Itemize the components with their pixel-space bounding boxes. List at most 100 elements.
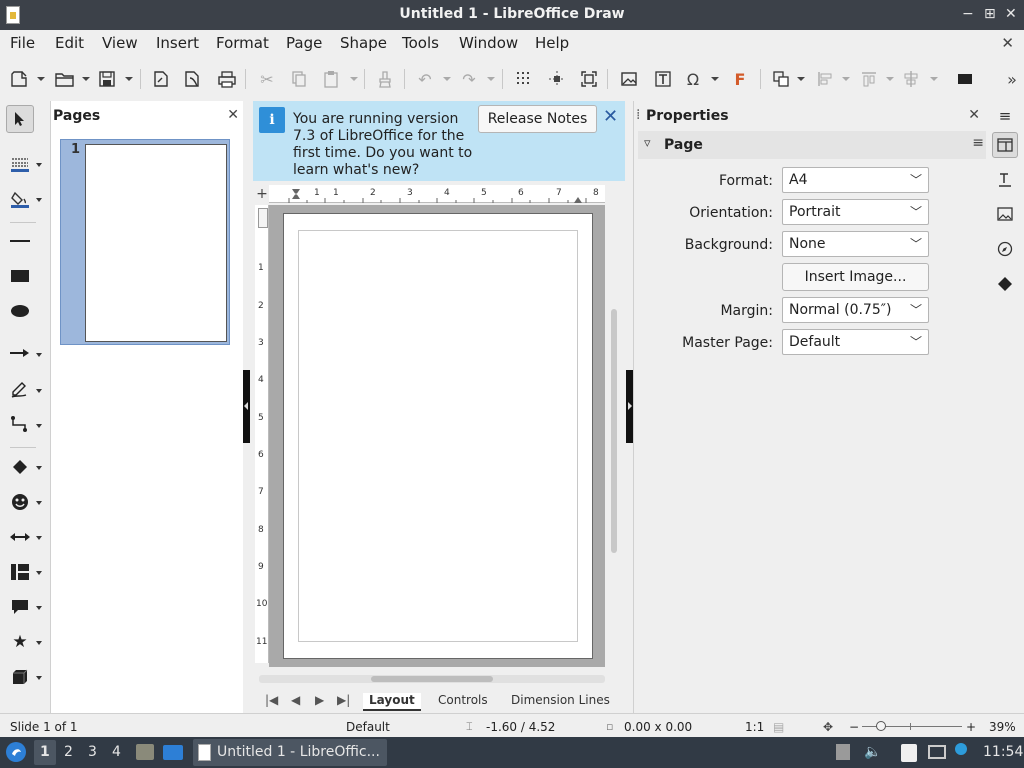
menu-edit[interactable]: Edit: [55, 34, 84, 52]
vertical-scrollbar-thumb[interactable]: [611, 309, 617, 553]
workspace-4[interactable]: 4: [112, 744, 121, 760]
undo-icon[interactable]: ↶: [412, 67, 438, 91]
basic-shapes-diamond-icon[interactable]: [6, 453, 34, 481]
menu-file[interactable]: File: [10, 34, 35, 52]
curve-tool-icon[interactable]: [6, 375, 34, 403]
cut-icon[interactable]: ✂: [254, 67, 280, 91]
transformations-dropdown-icon[interactable]: [797, 77, 805, 81]
sidebar-menu-icon[interactable]: ≡: [992, 103, 1018, 129]
navigator-deck-icon[interactable]: [992, 236, 1018, 262]
block-arrows-icon[interactable]: [6, 523, 34, 551]
flowchart-icon[interactable]: [6, 558, 34, 586]
page-thumbnail-preview[interactable]: [85, 144, 227, 342]
special-character-dropdown-icon[interactable]: [711, 77, 719, 81]
connector-tool-icon[interactable]: [6, 410, 34, 438]
zoom-page-icon[interactable]: [576, 67, 602, 91]
vertical-ruler[interactable]: 1 2 3 4 5 6 7 8 9 10 11: [255, 205, 269, 663]
callouts-dropdown-icon[interactable]: [36, 606, 42, 610]
release-notes-button[interactable]: Release Notes: [478, 105, 597, 133]
open-dropdown-icon[interactable]: [82, 77, 90, 81]
paste-dropdown-icon[interactable]: [350, 77, 358, 81]
fit-page-icon[interactable]: ✥: [823, 720, 833, 734]
line-color-dropdown-icon[interactable]: [36, 163, 42, 167]
last-tab-icon[interactable]: ▶|: [337, 693, 350, 707]
menu-format[interactable]: Format: [216, 34, 269, 52]
stars-icon[interactable]: ★: [6, 628, 34, 656]
workspace-1[interactable]: 1: [40, 744, 50, 760]
lines-arrows-dropdown-icon[interactable]: [36, 353, 42, 357]
tab-dimension-lines[interactable]: Dimension Lines: [511, 693, 610, 707]
start-menu-icon[interactable]: [6, 742, 26, 762]
paste-icon[interactable]: [318, 67, 344, 91]
3d-objects-icon[interactable]: [6, 663, 34, 691]
symbol-shapes-dropdown-icon[interactable]: [36, 501, 42, 505]
menu-shape[interactable]: Shape: [340, 34, 387, 52]
margin-select[interactable]: Normal (0.75″) ﹀: [782, 297, 929, 323]
notification-icon[interactable]: [955, 743, 967, 755]
line-color-icon[interactable]: [6, 150, 34, 178]
open-folder-icon[interactable]: [52, 67, 78, 91]
pages-pane-collapse-handle[interactable]: [243, 370, 250, 443]
close-properties-icon[interactable]: ✕: [968, 107, 980, 123]
stars-dropdown-icon[interactable]: [36, 641, 42, 645]
clipboard-icon[interactable]: [901, 744, 917, 762]
zoom-level[interactable]: 39%: [989, 720, 1016, 734]
vertical-ruler-margin-handle[interactable]: [258, 208, 268, 228]
tab-controls[interactable]: Controls: [438, 693, 488, 707]
master-page-select[interactable]: Default ﹀: [782, 329, 929, 355]
basic-shapes-dropdown-icon[interactable]: [36, 466, 42, 470]
helplines-while-moving-icon[interactable]: [544, 67, 570, 91]
undo-dropdown-icon[interactable]: [443, 77, 451, 81]
rectangle-tool-icon[interactable]: [6, 262, 34, 290]
save-dropdown-icon[interactable]: [125, 77, 133, 81]
sidebar-collapse-handle[interactable]: [626, 370, 633, 443]
align-dropdown-icon[interactable]: [842, 77, 850, 81]
3d-objects-dropdown-icon[interactable]: [36, 676, 42, 680]
copy-icon[interactable]: [286, 67, 312, 91]
scale-factor[interactable]: 1:1: [745, 720, 764, 734]
menu-view[interactable]: View: [102, 34, 138, 52]
page-section-header[interactable]: ▿ Page ≡: [638, 131, 988, 159]
properties-deck-icon[interactable]: [992, 132, 1018, 158]
zoom-out-button[interactable]: −: [849, 720, 859, 734]
background-select[interactable]: None ﹀: [782, 231, 929, 257]
connector-dropdown-icon[interactable]: [36, 424, 42, 428]
redo-dropdown-icon[interactable]: [487, 77, 495, 81]
zoom-slider[interactable]: [862, 721, 962, 731]
save-icon[interactable]: [94, 67, 120, 91]
redo-icon[interactable]: ↷: [456, 67, 482, 91]
page-workspace[interactable]: [269, 205, 605, 667]
workspace-3[interactable]: 3: [88, 744, 97, 760]
network-icon[interactable]: [928, 745, 946, 759]
fontwork-icon[interactable]: F: [727, 67, 753, 91]
export-pdf-icon[interactable]: [180, 67, 206, 91]
layout-name[interactable]: Default: [346, 720, 390, 734]
select-arrow-icon[interactable]: [6, 105, 34, 133]
ellipse-tool-icon[interactable]: [6, 297, 34, 325]
symbol-shapes-smiley-icon[interactable]: [6, 488, 34, 516]
callouts-icon[interactable]: [6, 593, 34, 621]
close-document-button[interactable]: ✕: [1001, 34, 1014, 52]
arrange-dropdown-icon[interactable]: [886, 77, 894, 81]
tab-layout[interactable]: Layout: [363, 693, 421, 711]
zoom-slider-handle[interactable]: [876, 721, 886, 731]
insert-text-box-icon[interactable]: [650, 67, 676, 91]
vertical-scrollbar[interactable]: [609, 189, 619, 661]
distribute-dropdown-icon[interactable]: [930, 77, 938, 81]
display-grid-icon[interactable]: [510, 67, 536, 91]
shapes-deck-icon[interactable]: [992, 271, 1018, 297]
section-collapse-chevron-icon[interactable]: ▿: [644, 136, 651, 151]
fill-color-icon[interactable]: [6, 185, 34, 213]
orientation-select[interactable]: Portrait ﹀: [782, 199, 929, 225]
clone-formatting-icon[interactable]: [372, 67, 398, 91]
panel-grip-icon[interactable]: ⁞: [636, 107, 640, 123]
gallery-deck-icon[interactable]: [992, 201, 1018, 227]
new-dropdown-icon[interactable]: [37, 77, 45, 81]
desktop-icon[interactable]: [163, 745, 183, 760]
flowchart-dropdown-icon[interactable]: [36, 571, 42, 575]
shadow-icon[interactable]: [952, 67, 978, 91]
format-select[interactable]: A4 ﹀: [782, 167, 929, 193]
insert-image-icon[interactable]: [616, 67, 642, 91]
zoom-in-button[interactable]: +: [966, 720, 976, 734]
menu-help[interactable]: Help: [535, 34, 569, 52]
